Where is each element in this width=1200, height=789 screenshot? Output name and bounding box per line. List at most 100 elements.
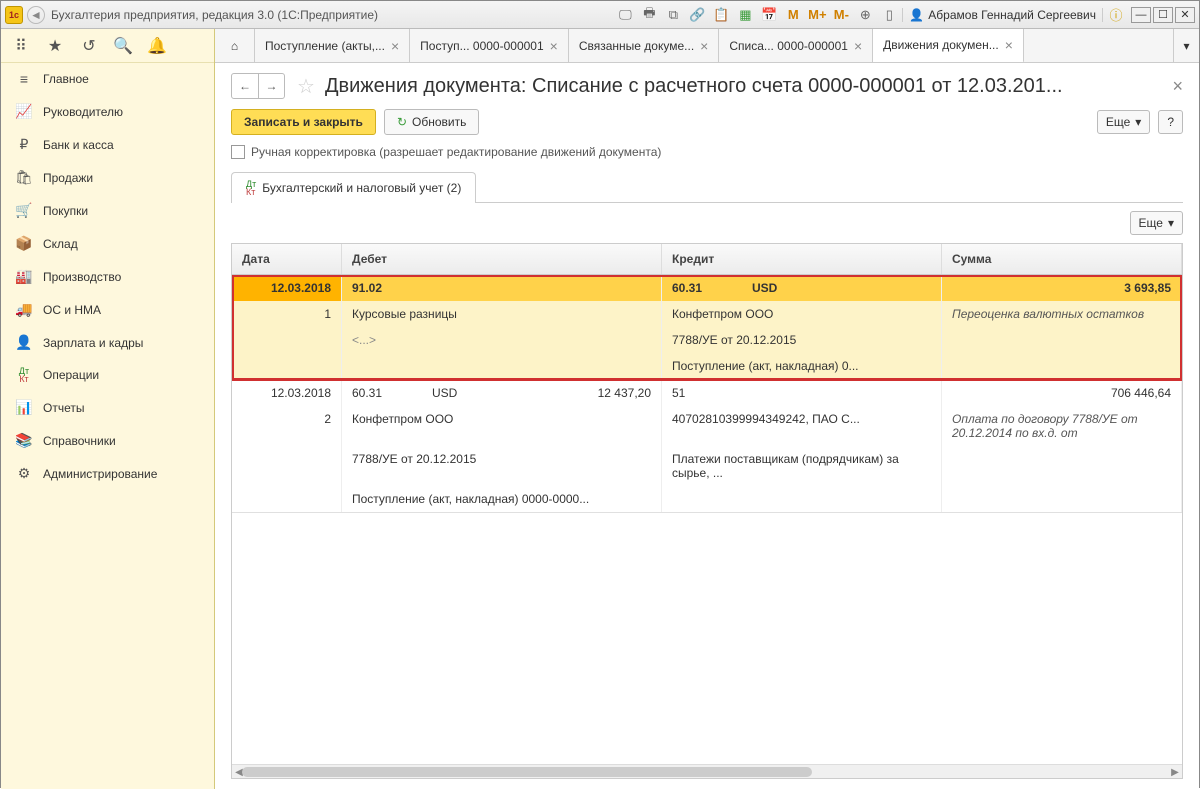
cell-sum [942,353,1182,379]
grid-row: Поступление (акт, накладная) 0... [232,353,1182,379]
close-window-button[interactable]: ✕ [1175,7,1195,23]
document-tab-3[interactable]: Списа... 0000-000001× [719,29,873,62]
copy-icon[interactable]: ⧉ [664,6,682,24]
cell-debit [342,353,662,379]
cell-date [232,486,342,512]
search-sidebar-icon[interactable]: 🔍 [113,36,133,56]
dtkt-icon: ДтКт [15,367,33,383]
tab-close-icon[interactable]: × [854,38,862,54]
more-button[interactable]: Еще ▾ [1097,110,1150,134]
panel-icon[interactable]: ▯ [880,6,898,24]
nav-buttons: ← → [231,73,285,99]
grid-icon[interactable]: ▦ [736,6,754,24]
sidebar-item-0[interactable]: ≡Главное [1,63,214,95]
tab-close-icon[interactable]: × [1005,37,1013,53]
minimize-button[interactable]: — [1131,7,1151,23]
m-plus-button[interactable]: M+ [808,6,826,24]
cell-debit: <...> [342,327,662,353]
bell-icon[interactable]: 🔔 [147,36,167,56]
back-round-button[interactable]: ◄ [27,6,45,24]
col-header-date[interactable]: Дата [232,244,342,274]
document-tab-0[interactable]: Поступление (акты,...× [255,29,410,62]
sidebar-item-10[interactable]: 📊Отчеты [1,391,214,424]
document-tab-1[interactable]: Поступ... 0000-000001× [410,29,569,62]
document-tab-4[interactable]: Движения докумен...× [873,29,1024,62]
sidebar-item-label: Продажи [43,171,93,185]
calendar-icon[interactable]: 📅 [760,6,778,24]
cell-credit: Конфетпром ООО [662,301,942,327]
user-icon: 👤 [909,8,924,22]
history-icon[interactable]: ↺ [79,36,99,56]
col-header-debit[interactable]: Дебет [342,244,662,274]
sidebar-item-4[interactable]: 🛒Покупки [1,194,214,227]
horizontal-scrollbar[interactable]: ◀ ▶ [232,764,1182,778]
app-logo-icon: 1c [5,6,23,24]
nav-forward-button[interactable]: → [258,74,284,98]
sidebar-item-icon: 📈 [15,103,33,120]
dtkt-icon: ДтКт [246,180,256,196]
window-titlebar: 1c ◄ Бухгалтерия предприятия, редакция 3… [1,1,1199,29]
scroll-thumb[interactable] [242,767,812,777]
nav-back-button[interactable]: ← [232,74,258,98]
preview-icon[interactable]: 🖵 [616,6,634,24]
info-icon[interactable]: ⓘ [1107,6,1125,24]
cell-date: 2 [232,406,342,446]
maximize-button[interactable]: ☐ [1153,7,1173,23]
scroll-right-icon[interactable]: ▶ [1168,765,1182,779]
tab-close-icon[interactable]: × [550,38,558,54]
grid-more-button[interactable]: Еще ▾ [1130,211,1183,235]
sidebar-item-7[interactable]: 🚚ОС и НМА [1,293,214,326]
star-icon[interactable]: ★ [45,36,65,56]
grid-entry-1[interactable]: 12.03.201860.31USD12 437,2051706 446,642… [232,380,1182,513]
apps-icon[interactable]: ⠿ [11,36,31,56]
cell-date: 12.03.2018 [232,275,342,301]
grid-row: 12.03.201891.0260.31USD3 693,85 [232,275,1182,301]
sidebar-item-6[interactable]: 🏭Производство [1,260,214,293]
cell-credit [662,486,942,512]
sidebar-item-3[interactable]: 🛍 Продажи [1,161,214,194]
app-title: Бухгалтерия предприятия, редакция 3.0 (1… [51,8,378,22]
tab-close-icon[interactable]: × [391,38,399,54]
sidebar-item-icon: 📊 [15,399,33,416]
user-badge[interactable]: 👤 Абрамов Геннадий Сергеевич [902,8,1103,22]
col-header-sum[interactable]: Сумма [942,244,1182,274]
sidebar-item-8[interactable]: 👤Зарплата и кадры [1,326,214,359]
sidebar-item-label: Главное [43,72,89,86]
sidebar-item-icon: 🛍 [15,169,33,186]
manual-edit-checkbox[interactable] [231,145,245,159]
refresh-button[interactable]: ↻Обновить [384,109,479,135]
print-icon[interactable]: 🖶 [640,6,658,24]
save-close-button[interactable]: Записать и закрыть [231,109,376,135]
close-page-button[interactable]: × [1172,76,1183,97]
link-icon[interactable]: 🔗 [688,6,706,24]
zoom-icon[interactable]: ⊕ [856,6,874,24]
cell-debit: Курсовые разницы [342,301,662,327]
sidebar-item-label: Операции [43,368,99,382]
cell-date [232,446,342,486]
sidebar-item-11[interactable]: 📚Справочники [1,424,214,457]
cell-debit: 7788/УЕ от 20.12.2015 [342,446,662,486]
sidebar-item-9[interactable]: ДтКт Операции [1,359,214,391]
favorite-star-icon[interactable]: ☆ [297,74,315,99]
home-tab[interactable]: ⌂ [215,29,255,62]
cell-sum [942,327,1182,353]
sidebar-item-2[interactable]: ₽Банк и касса [1,128,214,161]
m-button[interactable]: M [784,6,802,24]
grid-header: Дата Дебет Кредит Сумма [232,244,1182,275]
help-button[interactable]: ? [1158,110,1183,134]
cell-credit: 60.31USD [662,275,942,301]
sidebar-item-5[interactable]: 📦Склад [1,227,214,260]
m-minus-button[interactable]: M- [832,6,850,24]
tabs-overflow-button[interactable]: ▾ [1173,29,1199,62]
subtab-accounting[interactable]: ДтКт Бухгалтерский и налоговый учет (2) [231,172,476,203]
cell-date: 12.03.2018 [232,380,342,406]
sidebar-item-12[interactable]: ⚙Администрирование [1,457,214,490]
col-header-credit[interactable]: Кредит [662,244,942,274]
sidebar-item-1[interactable]: 📈Руководителю [1,95,214,128]
manual-edit-row: Ручная корректировка (разрешает редактир… [231,145,1183,159]
grid-entry-0[interactable]: 12.03.201891.0260.31USD3 693,851Курсовые… [232,275,1182,380]
tab-close-icon[interactable]: × [700,38,708,54]
document-tab-2[interactable]: Связанные докуме...× [569,29,720,62]
clipboard-icon[interactable]: 📋 [712,6,730,24]
sidebar-top-icons: ⠿ ★ ↺ 🔍 🔔 [1,29,214,63]
